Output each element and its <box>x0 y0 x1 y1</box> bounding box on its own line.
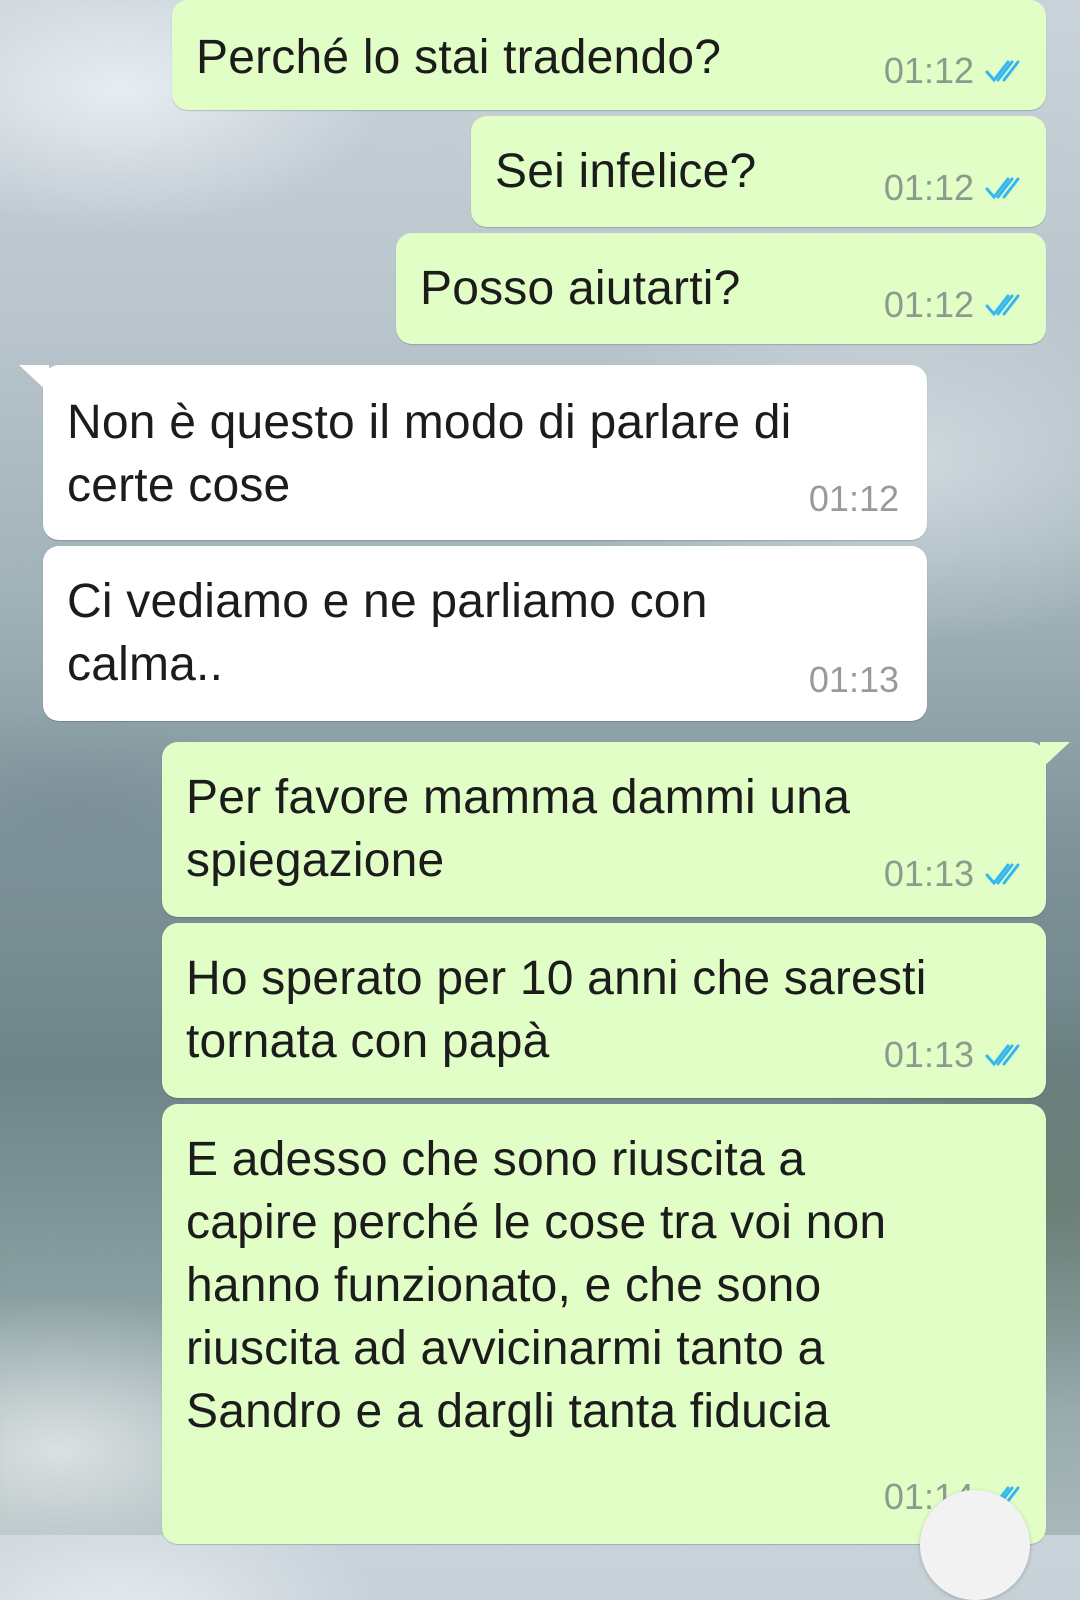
chat-area[interactable]: Perché lo stai tradendo? 01:12 Sei infel… <box>0 0 1080 1600</box>
message-bubble-outgoing[interactable]: Sei infelice? 01:12 <box>471 116 1046 227</box>
message-text: E adesso che sono riuscita a capire perc… <box>186 1133 887 1438</box>
bubble-tail <box>1040 742 1070 770</box>
double-check-icon <box>985 863 1020 886</box>
message-time: 01:12 <box>883 167 974 208</box>
double-check-icon <box>985 1044 1020 1067</box>
message-time: 01:13 <box>883 1034 974 1075</box>
double-check-icon <box>985 60 1020 83</box>
message-bubble-outgoing[interactable]: E adesso che sono riuscita a capire perc… <box>162 1104 1046 1544</box>
message-bubble-outgoing[interactable]: Posso aiutarti? 01:12 <box>396 233 1046 344</box>
message-time: 01:12 <box>883 284 974 325</box>
message-time: 01:12 <box>883 50 974 91</box>
double-check-icon <box>985 294 1020 317</box>
message-bubble-outgoing[interactable]: Ho sperato per 10 anni che saresti torna… <box>162 923 1046 1098</box>
message-time: 01:13 <box>808 659 899 700</box>
message-bubble-incoming[interactable]: Ci vediamo e ne parliamo con calma.. 01:… <box>43 546 927 721</box>
message-time: 01:12 <box>808 478 899 519</box>
message-bubble-incoming[interactable]: Non è questo il modo di parlare di certe… <box>19 365 927 540</box>
message-text: Ci vediamo e ne parliamo con calma.. <box>67 575 708 691</box>
double-check-icon <box>985 177 1020 200</box>
scroll-down-button[interactable] <box>920 1490 1030 1600</box>
message-bubble-outgoing[interactable]: Per favore mamma dammi una spiegazione 0… <box>162 742 1070 917</box>
message-bubble-outgoing[interactable]: Perché lo stai tradendo? 01:12 <box>172 0 1046 110</box>
message-text: Non è questo il modo di parlare di certe… <box>67 396 792 512</box>
message-time: 01:13 <box>883 853 974 894</box>
bubble-tail <box>19 365 49 393</box>
